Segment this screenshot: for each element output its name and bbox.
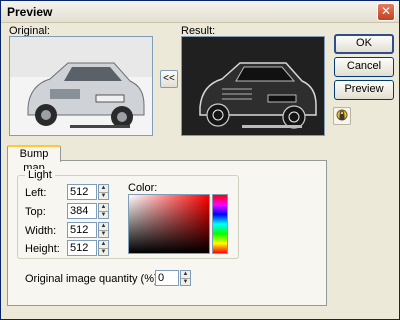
width-spinner[interactable]: ▲ ▼: [98, 222, 109, 238]
chevron-down-icon[interactable]: ▼: [99, 211, 108, 218]
chevron-down-icon[interactable]: ▼: [99, 230, 108, 237]
result-preview: [181, 36, 325, 136]
arrow-left-icon: <<: [163, 73, 175, 84]
color-picker-field[interactable]: [128, 194, 210, 254]
chevron-up-icon[interactable]: ▲: [99, 204, 108, 211]
width-label: Width:: [25, 225, 57, 237]
original-preview: [9, 36, 153, 136]
color-label: Color:: [128, 182, 158, 194]
quantity-input[interactable]: 0: [155, 270, 179, 286]
ok-button[interactable]: OK: [334, 34, 394, 54]
close-button[interactable]: ✕: [377, 3, 395, 21]
preview-button[interactable]: Preview: [334, 80, 394, 100]
top-input[interactable]: 384: [67, 203, 97, 219]
hue-slider[interactable]: [212, 194, 228, 254]
original-car-image: [10, 37, 152, 135]
height-input[interactable]: 512: [67, 240, 97, 256]
result-car-image: [182, 37, 324, 135]
title-bar[interactable]: Preview ✕: [1, 1, 399, 23]
close-icon: ✕: [380, 4, 392, 18]
lock-icon: [336, 109, 348, 121]
chevron-down-icon[interactable]: ▼: [181, 278, 190, 285]
copy-to-original-button[interactable]: <<: [160, 70, 178, 88]
chevron-up-icon[interactable]: ▲: [181, 271, 190, 278]
chevron-up-icon[interactable]: ▲: [99, 185, 108, 192]
window-title: Preview: [7, 5, 53, 19]
chevron-down-icon[interactable]: ▼: [99, 192, 108, 199]
left-label: Left:: [25, 187, 47, 199]
cancel-button[interactable]: Cancel: [334, 57, 394, 77]
quantity-label: Original image quantity (%):: [25, 273, 161, 285]
chevron-up-icon[interactable]: ▲: [99, 223, 108, 230]
lock-button[interactable]: [333, 107, 351, 125]
tab-bump-map[interactable]: Bump map: [7, 145, 61, 174]
light-group-title: Light: [25, 169, 55, 181]
top-spinner[interactable]: ▲ ▼: [98, 203, 109, 219]
preview-dialog: Preview ✕ Original: Result: << OK Cancel…: [0, 0, 400, 320]
left-input[interactable]: 512: [67, 184, 97, 200]
width-input[interactable]: 512: [67, 222, 97, 238]
height-label: Height:: [25, 243, 60, 255]
height-spinner[interactable]: ▲ ▼: [98, 240, 109, 256]
quantity-spinner[interactable]: ▲ ▼: [180, 270, 191, 286]
chevron-up-icon[interactable]: ▲: [99, 241, 108, 248]
chevron-down-icon[interactable]: ▼: [99, 248, 108, 255]
top-label: Top:: [25, 206, 46, 218]
left-spinner[interactable]: ▲ ▼: [98, 184, 109, 200]
